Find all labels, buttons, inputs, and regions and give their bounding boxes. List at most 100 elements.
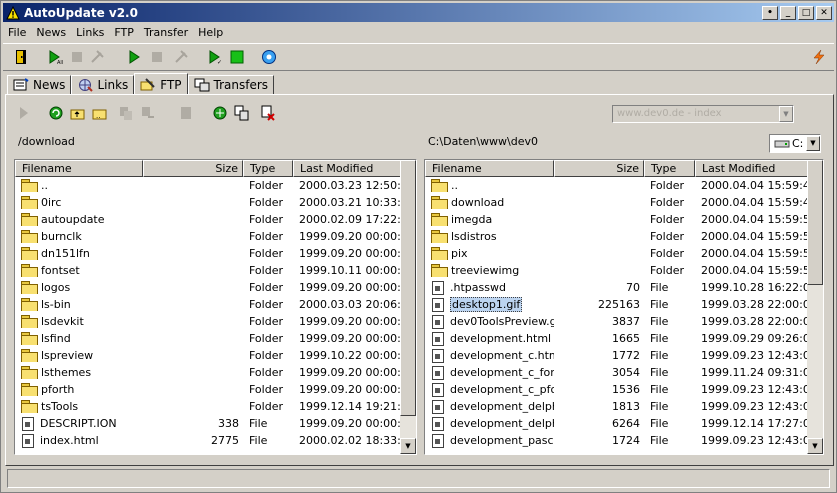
file-name-cell: download xyxy=(425,196,554,209)
list-item[interactable]: tsTools Folder 1999.12.14 19:21:00 xyxy=(15,398,402,415)
list-item[interactable]: 0irc Folder 2000.03.21 10:33:00 xyxy=(15,194,402,211)
list-item[interactable]: development_delphi_tst... 6264 File 1999.12… xyxy=(425,415,809,432)
play-all-icon[interactable]: All xyxy=(47,49,63,65)
col-size[interactable]: Size xyxy=(143,160,243,177)
list-item[interactable]: logos Folder 1999.09.20 00:00:00 xyxy=(15,279,402,296)
new-folder-icon[interactable]: .. xyxy=(92,105,108,121)
menu-news[interactable]: News xyxy=(31,26,71,39)
file-type: Folder xyxy=(650,196,684,209)
tab-transfers[interactable]: Transfers xyxy=(187,75,275,95)
list-item[interactable]: treeviewimg Folder 2000.04.04 15:59:54 xyxy=(425,262,809,279)
list-item[interactable]: lsfind Folder 1999.09.20 00:00:00 xyxy=(15,330,402,347)
tab-news-label: News xyxy=(33,78,66,92)
file-type: File xyxy=(650,281,669,294)
tab-links-label: Links xyxy=(97,78,129,92)
info-globe-icon[interactable] xyxy=(261,49,277,65)
col-filename[interactable]: Filename xyxy=(15,160,143,177)
list-item[interactable]: pforth Folder 1999.09.20 00:00:00 xyxy=(15,381,402,398)
minimize-button[interactable]: _ xyxy=(780,5,796,20)
main-toolbar: All ✓ xyxy=(3,43,834,71)
menu-file[interactable]: File xyxy=(3,26,31,39)
svg-text:All: All xyxy=(57,60,63,65)
file-name-cell: lsdistros xyxy=(425,230,554,243)
list-item[interactable]: development_pascal.html 1724 File 1999.09.2… xyxy=(425,432,809,449)
list-item[interactable]: development.html 1665 File 1999.09.29 09:26… xyxy=(425,330,809,347)
remote-scrollbar[interactable]: ▼ xyxy=(400,160,416,454)
scroll-down-button[interactable]: ▼ xyxy=(807,438,823,454)
list-item[interactable]: fontset Folder 1999.10.11 00:00:00 xyxy=(15,262,402,279)
file-icon xyxy=(432,280,444,295)
system-menu-button[interactable]: • xyxy=(762,5,778,20)
file-icon xyxy=(432,433,444,448)
file-name: pix xyxy=(451,247,468,260)
list-item[interactable]: development_c.html 1772 File 1999.09.23 12:… xyxy=(425,347,809,364)
list-item[interactable]: index.html 2775 File 2000.02.02 18:33:00 xyxy=(15,432,402,449)
play-check-icon[interactable]: ✓ xyxy=(207,49,223,65)
col-size[interactable]: Size xyxy=(554,160,644,177)
file-type: File xyxy=(650,349,669,362)
host-combo[interactable]: www.dev0.de - index ▼ xyxy=(612,105,794,123)
local-scroll-thumb[interactable] xyxy=(807,160,823,286)
remote-scroll-thumb[interactable] xyxy=(400,160,416,416)
exit-door-icon[interactable] xyxy=(13,49,29,65)
list-item[interactable]: imegda Folder 2000.04.04 15:59:52 xyxy=(425,211,809,228)
list-item[interactable]: dn151lfn Folder 1999.09.20 00:00:00 xyxy=(15,245,402,262)
file-modified: 1999.09.20 00:00:00 xyxy=(299,247,402,260)
maximize-button[interactable]: □ xyxy=(798,5,814,20)
refresh-globe-icon[interactable] xyxy=(48,105,64,121)
list-item[interactable]: development_c_fontset.... 3054 File 1999.11… xyxy=(425,364,809,381)
menu-ftp[interactable]: FTP xyxy=(109,26,139,39)
list-item[interactable]: development_c_pforthdll... 1536 File 1999.0… xyxy=(425,381,809,398)
local-scrollbar[interactable]: ▼ xyxy=(807,160,823,454)
list-item[interactable]: development_delphi.html 1813 File 1999.09.2… xyxy=(425,398,809,415)
wrench-disabled-icon xyxy=(175,50,188,63)
menu-help[interactable]: Help xyxy=(193,26,228,39)
folder-icon xyxy=(431,213,448,226)
list-item[interactable]: .. Folder 2000.04.04 15:59:44 xyxy=(425,177,809,194)
list-item[interactable]: dev0ToolsPreview.gif 3837 File 1999.03.28 2… xyxy=(425,313,809,330)
tab-news[interactable]: News xyxy=(7,75,72,95)
green-square-icon[interactable] xyxy=(229,49,245,65)
list-item[interactable]: desktop1.gif 225163 File 1999.03.28 22:00:0… xyxy=(425,296,809,313)
delete-file-icon[interactable] xyxy=(260,105,276,121)
list-item[interactable]: lsdevkit Folder 1999.09.20 00:00:00 xyxy=(15,313,402,330)
col-modified[interactable]: Last Modified xyxy=(695,160,809,177)
folder-icon xyxy=(431,247,448,260)
close-button[interactable]: ✕ xyxy=(816,5,832,20)
col-type[interactable]: Type xyxy=(243,160,293,177)
col-type[interactable]: Type xyxy=(644,160,695,177)
connect-arrow-icon xyxy=(20,107,28,119)
compare-icon[interactable] xyxy=(234,105,250,121)
list-item[interactable]: lsthemes Folder 1999.09.20 00:00:00 xyxy=(15,364,402,381)
file-modified: 1999.10.11 00:00:00 xyxy=(299,264,402,277)
col-modified[interactable]: Last Modified xyxy=(293,160,402,177)
list-item[interactable]: lspreview Folder 1999.10.22 00:00:00 xyxy=(15,347,402,364)
tab-links[interactable]: Links xyxy=(71,75,135,95)
lightning-icon[interactable] xyxy=(811,49,827,65)
list-item[interactable]: lsdistros Folder 2000.04.04 15:59:52 xyxy=(425,228,809,245)
file-name: development_c.html xyxy=(450,349,554,362)
list-item[interactable]: .. Folder 2000.03.23 12:50:00 xyxy=(15,177,402,194)
file-modified: 1999.09.20 00:00:00 xyxy=(299,383,402,396)
list-item[interactable]: DESCRIPT.ION 338 File 1999.09.20 00:00:00 xyxy=(15,415,402,432)
list-item[interactable]: pix Folder 2000.04.04 15:59:54 xyxy=(425,245,809,262)
list-item[interactable]: burnclk Folder 1999.09.20 00:00:00 xyxy=(15,228,402,245)
scroll-down-button[interactable]: ▼ xyxy=(400,438,416,454)
tab-ftp[interactable]: FTP xyxy=(134,73,188,95)
sync-globe-icon[interactable] xyxy=(212,105,228,121)
col-filename[interactable]: Filename xyxy=(425,160,554,177)
chevron-down-icon[interactable]: ▼ xyxy=(779,106,793,122)
file-modified: 1999.03.28 22:00:00 xyxy=(701,298,809,311)
file-type: Folder xyxy=(650,247,684,260)
chevron-down-icon[interactable]: ▼ xyxy=(806,136,820,151)
play-icon[interactable] xyxy=(127,49,143,65)
list-item[interactable]: download Folder 2000.04.04 15:59:44 xyxy=(425,194,809,211)
list-item[interactable]: autoupdate Folder 2000.02.09 17:22:00 xyxy=(15,211,402,228)
menu-transfer[interactable]: Transfer xyxy=(139,26,193,39)
folder-up-icon[interactable] xyxy=(70,105,86,121)
list-item[interactable]: .htpasswd 70 File 1999.10.28 16:22:00 xyxy=(425,279,809,296)
file-name-cell: dev0ToolsPreview.gif xyxy=(425,314,554,329)
list-item[interactable]: ls-bin Folder 2000.03.03 20:06:00 xyxy=(15,296,402,313)
menu-links[interactable]: Links xyxy=(71,26,109,39)
drive-select[interactable]: C: ▼ xyxy=(769,134,821,153)
